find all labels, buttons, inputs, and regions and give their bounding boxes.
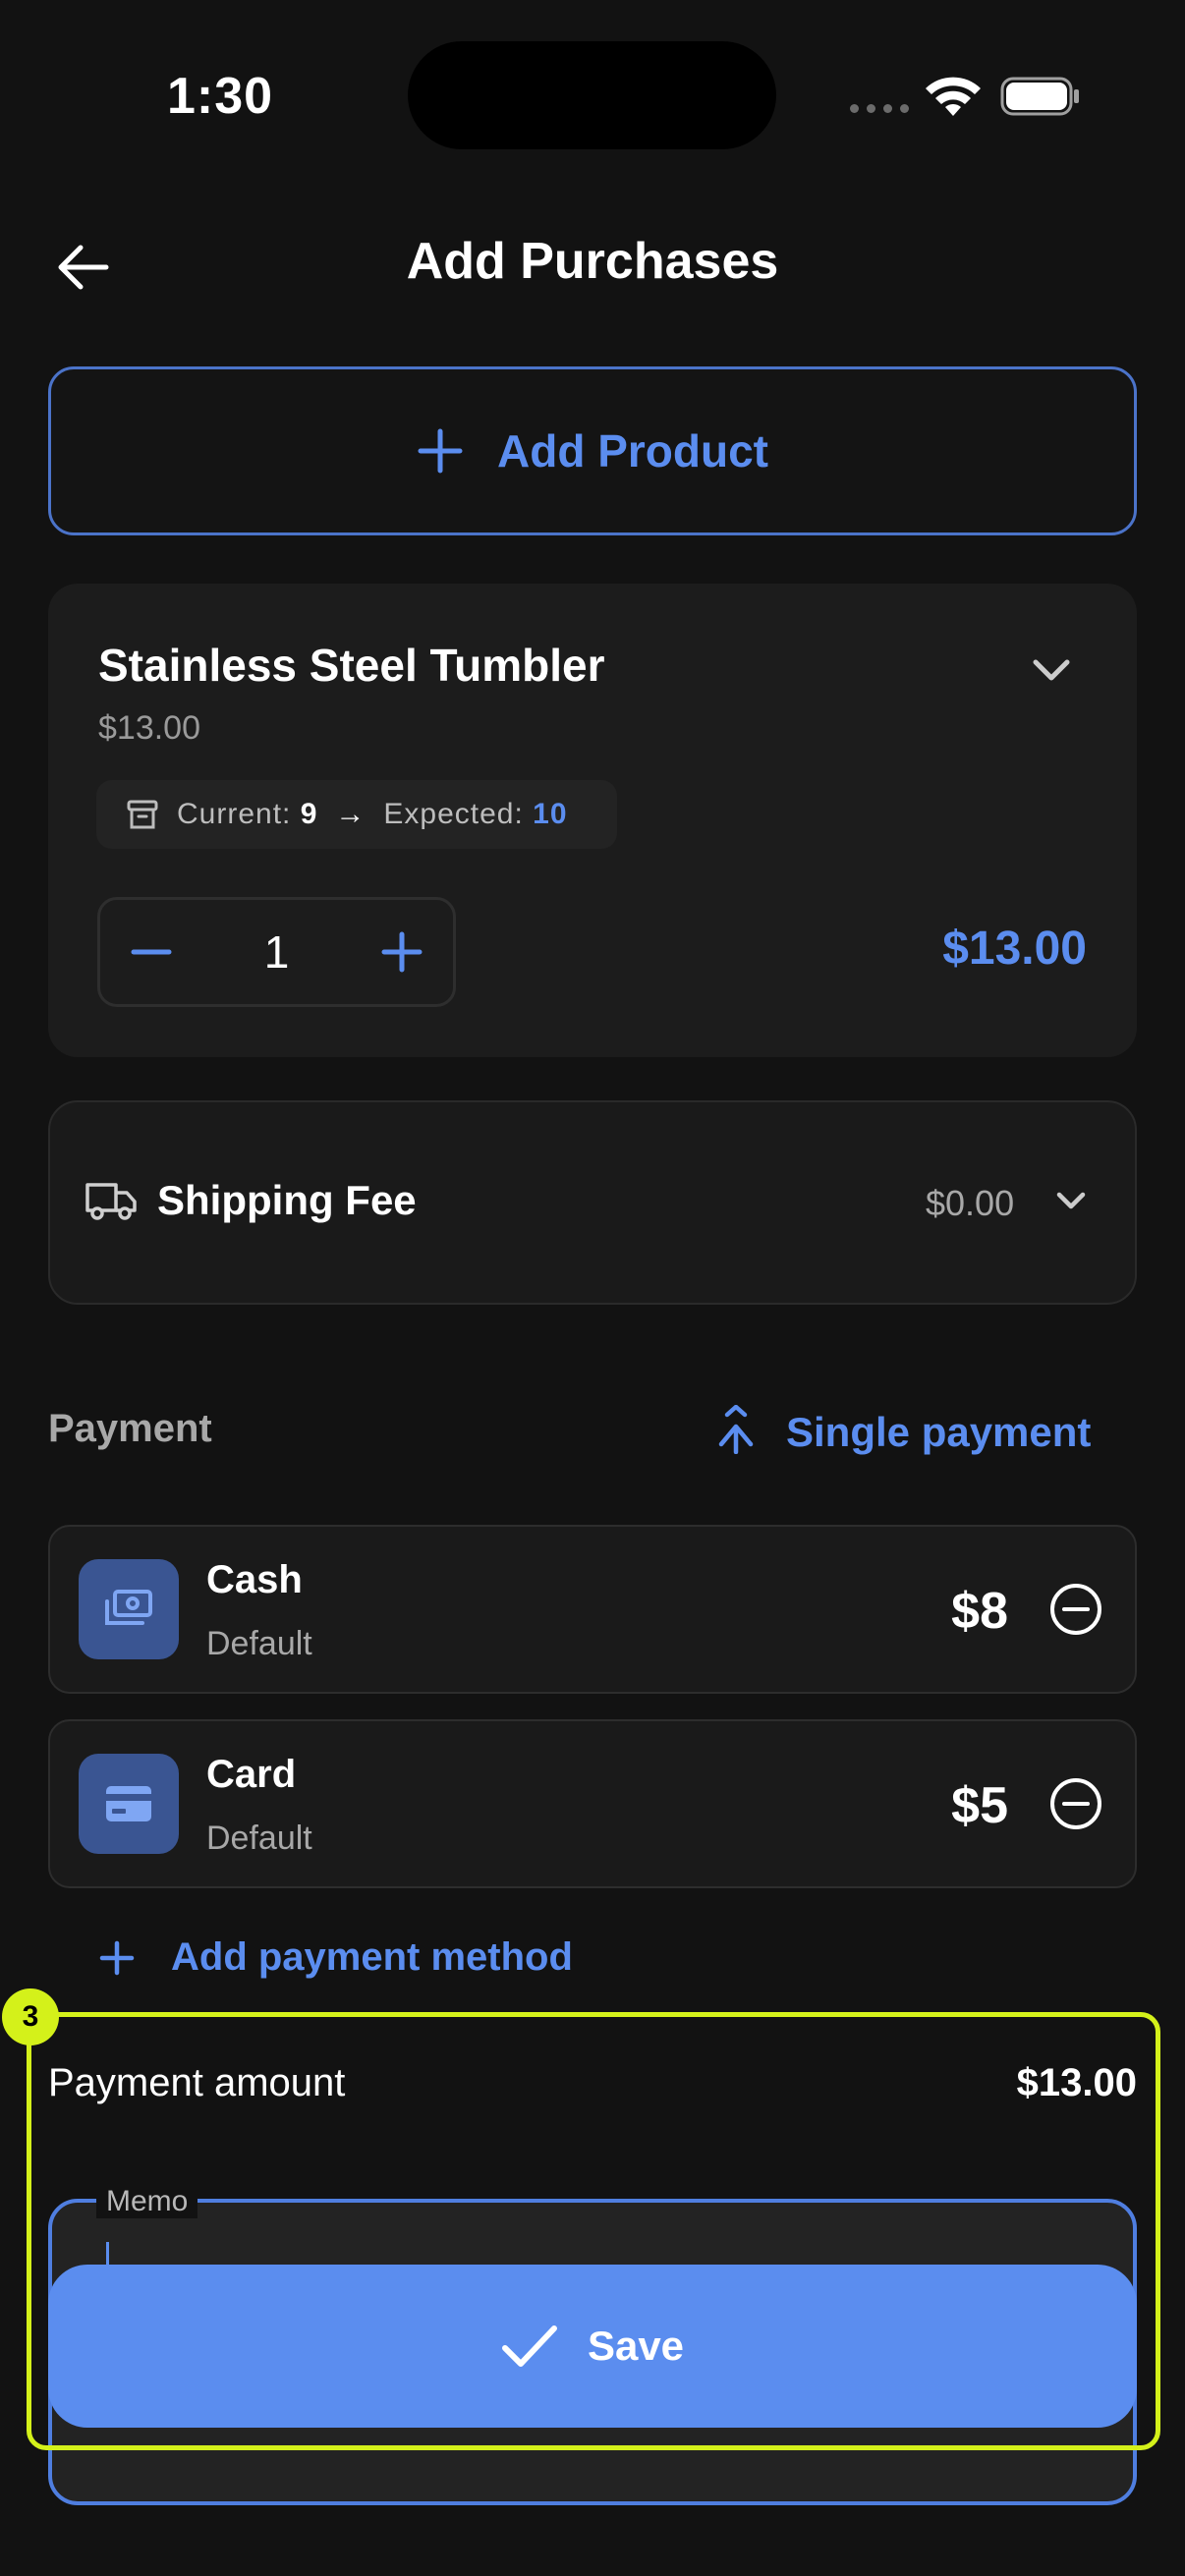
chevron-down-icon[interactable] — [1028, 650, 1075, 690]
product-name: Stainless Steel Tumbler — [98, 640, 605, 691]
battery-icon — [1000, 77, 1079, 116]
stock-current-label: Current: — [177, 798, 292, 830]
single-payment-toggle[interactable]: Single payment — [786, 1409, 1091, 1456]
remove-circle-icon[interactable] — [1047, 1581, 1104, 1638]
payment-method-subtitle: Default — [206, 1625, 312, 1662]
highlight-box — [27, 2012, 1160, 2450]
plus-icon — [99, 1940, 135, 1975]
line-total: $13.00 — [942, 923, 1087, 975]
payment-method-name: Cash — [206, 1558, 303, 1601]
shipping-fee-label: Shipping Fee — [157, 1177, 417, 1223]
status-time: 1:30 — [167, 68, 274, 125]
payment-method-subtitle: Default — [206, 1820, 312, 1857]
highlight-badge: 3 — [2, 1988, 59, 2045]
quantity-value: 1 — [263, 926, 290, 978]
add-payment-method-button[interactable]: Add payment method — [98, 1935, 573, 1980]
page-title: Add Purchases — [406, 233, 779, 290]
remove-circle-icon[interactable] — [1047, 1775, 1104, 1832]
chevron-down-icon[interactable] — [1053, 1185, 1089, 1218]
payment-method-name: Card — [206, 1753, 297, 1796]
cash-icon — [79, 1559, 179, 1659]
payment-method-amount: $5 — [951, 1777, 1008, 1834]
payment-method-amount: $8 — [951, 1583, 1008, 1640]
dynamic-island — [408, 41, 776, 149]
stock-expected-label: Expected: — [383, 798, 524, 830]
truck-icon — [85, 1183, 137, 1220]
add-product-label: Add Product — [497, 425, 768, 476]
product-unit-price: $13.00 — [98, 709, 200, 747]
minus-icon[interactable] — [130, 930, 173, 974]
plus-icon — [418, 428, 463, 474]
quantity-stepper: 1 — [97, 897, 456, 1007]
plus-icon[interactable] — [380, 930, 423, 974]
payment-section-title: Payment — [48, 1407, 212, 1450]
stock-expected-value: 10 — [533, 798, 568, 830]
cellular-signal-icon — [850, 104, 909, 113]
shipping-fee-value: $0.00 — [926, 1183, 1015, 1223]
wifi-icon — [926, 77, 981, 116]
card-icon — [79, 1754, 179, 1854]
stock-arrow: → — [335, 798, 367, 830]
add-product-button[interactable]: Add Product — [48, 366, 1137, 535]
stock-info: Current: 9 → Expected: 10 — [96, 780, 617, 849]
archive-box-icon — [127, 800, 158, 829]
merge-icon[interactable] — [713, 1405, 759, 1454]
stock-current-value: 9 — [300, 798, 318, 830]
add-payment-method-label: Add payment method — [171, 1935, 573, 1979]
